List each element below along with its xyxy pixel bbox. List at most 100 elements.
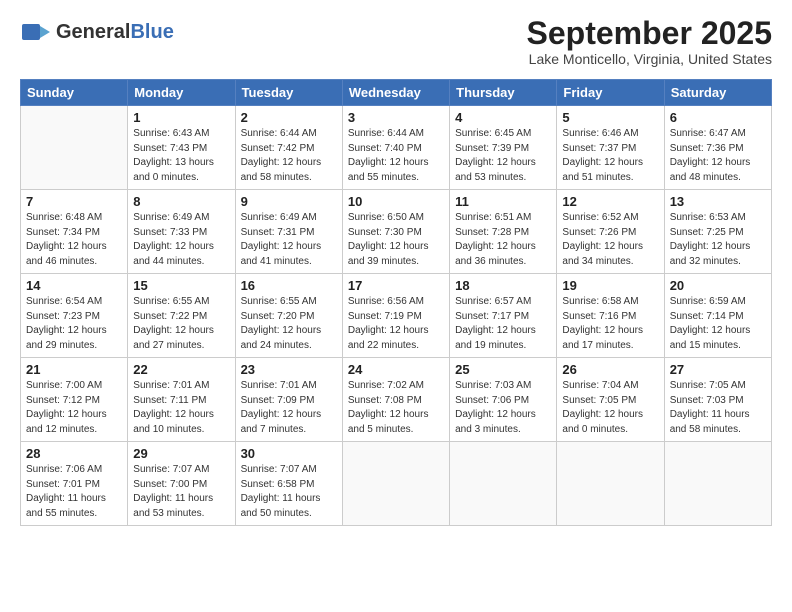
sunset-text: Sunset: 7:40 PM [348, 143, 422, 154]
day-number: 1 [133, 110, 229, 125]
day-info: Sunrise: 7:05 AM Sunset: 7:03 PM Dayligh… [670, 379, 766, 437]
daylight-text: Daylight: 12 hours and 10 minutes. [133, 409, 214, 435]
daylight-text: Daylight: 13 hours and 0 minutes. [133, 157, 214, 183]
sunset-text: Sunset: 7:16 PM [562, 311, 636, 322]
table-row: 23 Sunrise: 7:01 AM Sunset: 7:09 PM Dayl… [235, 358, 342, 442]
table-row: 12 Sunrise: 6:52 AM Sunset: 7:26 PM Dayl… [557, 190, 664, 274]
sunset-text: Sunset: 7:26 PM [562, 227, 636, 238]
sunrise-text: Sunrise: 6:52 AM [562, 212, 638, 223]
day-info: Sunrise: 6:46 AM Sunset: 7:37 PM Dayligh… [562, 127, 658, 185]
location-title: Lake Monticello, Virginia, United States [527, 51, 772, 67]
daylight-text: Daylight: 12 hours and 12 minutes. [26, 409, 107, 435]
day-number: 5 [562, 110, 658, 125]
calendar-header-row: Sunday Monday Tuesday Wednesday Thursday… [21, 80, 772, 106]
day-info: Sunrise: 7:01 AM Sunset: 7:11 PM Dayligh… [133, 379, 229, 437]
table-row [557, 442, 664, 526]
logo: GeneralBlue [20, 16, 174, 48]
header-thursday: Thursday [450, 80, 557, 106]
daylight-text: Daylight: 12 hours and 5 minutes. [348, 409, 429, 435]
daylight-text: Daylight: 12 hours and 29 minutes. [26, 325, 107, 351]
table-row: 1 Sunrise: 6:43 AM Sunset: 7:43 PM Dayli… [128, 106, 235, 190]
table-row: 2 Sunrise: 6:44 AM Sunset: 7:42 PM Dayli… [235, 106, 342, 190]
daylight-text: Daylight: 12 hours and 51 minutes. [562, 157, 643, 183]
table-row: 11 Sunrise: 6:51 AM Sunset: 7:28 PM Dayl… [450, 190, 557, 274]
sunrise-text: Sunrise: 7:00 AM [26, 380, 102, 391]
sunset-text: Sunset: 7:36 PM [670, 143, 744, 154]
logo-blue-text: Blue [130, 21, 173, 43]
day-number: 13 [670, 194, 766, 209]
daylight-text: Daylight: 12 hours and 39 minutes. [348, 241, 429, 267]
day-number: 6 [670, 110, 766, 125]
sunset-text: Sunset: 7:20 PM [241, 311, 315, 322]
table-row: 22 Sunrise: 7:01 AM Sunset: 7:11 PM Dayl… [128, 358, 235, 442]
day-info: Sunrise: 6:55 AM Sunset: 7:22 PM Dayligh… [133, 295, 229, 353]
day-number: 28 [26, 446, 122, 461]
day-info: Sunrise: 6:44 AM Sunset: 7:40 PM Dayligh… [348, 127, 444, 185]
sunrise-text: Sunrise: 7:01 AM [133, 380, 209, 391]
header-saturday: Saturday [664, 80, 771, 106]
sunset-text: Sunset: 7:00 PM [133, 479, 207, 490]
sunrise-text: Sunrise: 6:57 AM [455, 296, 531, 307]
day-number: 14 [26, 278, 122, 293]
sunrise-text: Sunrise: 7:05 AM [670, 380, 746, 391]
sunset-text: Sunset: 7:19 PM [348, 311, 422, 322]
day-info: Sunrise: 7:02 AM Sunset: 7:08 PM Dayligh… [348, 379, 444, 437]
sunrise-text: Sunrise: 6:47 AM [670, 128, 746, 139]
sunset-text: Sunset: 7:14 PM [670, 311, 744, 322]
day-number: 17 [348, 278, 444, 293]
day-info: Sunrise: 6:57 AM Sunset: 7:17 PM Dayligh… [455, 295, 551, 353]
sunset-text: Sunset: 7:33 PM [133, 227, 207, 238]
sunrise-text: Sunrise: 6:56 AM [348, 296, 424, 307]
day-number: 29 [133, 446, 229, 461]
sunset-text: Sunset: 7:03 PM [670, 395, 744, 406]
table-row: 18 Sunrise: 6:57 AM Sunset: 7:17 PM Dayl… [450, 274, 557, 358]
sunrise-text: Sunrise: 7:03 AM [455, 380, 531, 391]
day-info: Sunrise: 6:58 AM Sunset: 7:16 PM Dayligh… [562, 295, 658, 353]
table-row: 29 Sunrise: 7:07 AM Sunset: 7:00 PM Dayl… [128, 442, 235, 526]
daylight-text: Daylight: 12 hours and 53 minutes. [455, 157, 536, 183]
daylight-text: Daylight: 12 hours and 19 minutes. [455, 325, 536, 351]
table-row: 25 Sunrise: 7:03 AM Sunset: 7:06 PM Dayl… [450, 358, 557, 442]
daylight-text: Daylight: 12 hours and 7 minutes. [241, 409, 322, 435]
day-info: Sunrise: 6:50 AM Sunset: 7:30 PM Dayligh… [348, 211, 444, 269]
table-row [21, 106, 128, 190]
sunrise-text: Sunrise: 7:06 AM [26, 464, 102, 475]
header-wednesday: Wednesday [342, 80, 449, 106]
daylight-text: Daylight: 12 hours and 58 minutes. [241, 157, 322, 183]
daylight-text: Daylight: 12 hours and 36 minutes. [455, 241, 536, 267]
sunrise-text: Sunrise: 6:43 AM [133, 128, 209, 139]
day-number: 24 [348, 362, 444, 377]
sunset-text: Sunset: 7:39 PM [455, 143, 529, 154]
table-row: 27 Sunrise: 7:05 AM Sunset: 7:03 PM Dayl… [664, 358, 771, 442]
daylight-text: Daylight: 11 hours and 58 minutes. [670, 409, 750, 435]
day-info: Sunrise: 6:56 AM Sunset: 7:19 PM Dayligh… [348, 295, 444, 353]
table-row: 14 Sunrise: 6:54 AM Sunset: 7:23 PM Dayl… [21, 274, 128, 358]
day-info: Sunrise: 6:49 AM Sunset: 7:33 PM Dayligh… [133, 211, 229, 269]
sunset-text: Sunset: 7:34 PM [26, 227, 100, 238]
sunset-text: Sunset: 7:25 PM [670, 227, 744, 238]
logo-general-text: General [56, 21, 130, 43]
sunset-text: Sunset: 7:22 PM [133, 311, 207, 322]
table-row: 8 Sunrise: 6:49 AM Sunset: 7:33 PM Dayli… [128, 190, 235, 274]
daylight-text: Daylight: 12 hours and 41 minutes. [241, 241, 322, 267]
table-row: 9 Sunrise: 6:49 AM Sunset: 7:31 PM Dayli… [235, 190, 342, 274]
sunrise-text: Sunrise: 7:07 AM [241, 464, 317, 475]
table-row: 16 Sunrise: 6:55 AM Sunset: 7:20 PM Dayl… [235, 274, 342, 358]
day-number: 30 [241, 446, 337, 461]
sunrise-text: Sunrise: 6:49 AM [241, 212, 317, 223]
sunset-text: Sunset: 7:23 PM [26, 311, 100, 322]
daylight-text: Daylight: 12 hours and 34 minutes. [562, 241, 643, 267]
day-info: Sunrise: 6:52 AM Sunset: 7:26 PM Dayligh… [562, 211, 658, 269]
day-number: 4 [455, 110, 551, 125]
sunrise-text: Sunrise: 7:07 AM [133, 464, 209, 475]
day-number: 25 [455, 362, 551, 377]
table-row: 17 Sunrise: 6:56 AM Sunset: 7:19 PM Dayl… [342, 274, 449, 358]
sunrise-text: Sunrise: 6:45 AM [455, 128, 531, 139]
day-info: Sunrise: 6:47 AM Sunset: 7:36 PM Dayligh… [670, 127, 766, 185]
day-info: Sunrise: 7:04 AM Sunset: 7:05 PM Dayligh… [562, 379, 658, 437]
day-info: Sunrise: 7:00 AM Sunset: 7:12 PM Dayligh… [26, 379, 122, 437]
day-number: 22 [133, 362, 229, 377]
sunrise-text: Sunrise: 6:48 AM [26, 212, 102, 223]
sunset-text: Sunset: 7:12 PM [26, 395, 100, 406]
day-number: 18 [455, 278, 551, 293]
